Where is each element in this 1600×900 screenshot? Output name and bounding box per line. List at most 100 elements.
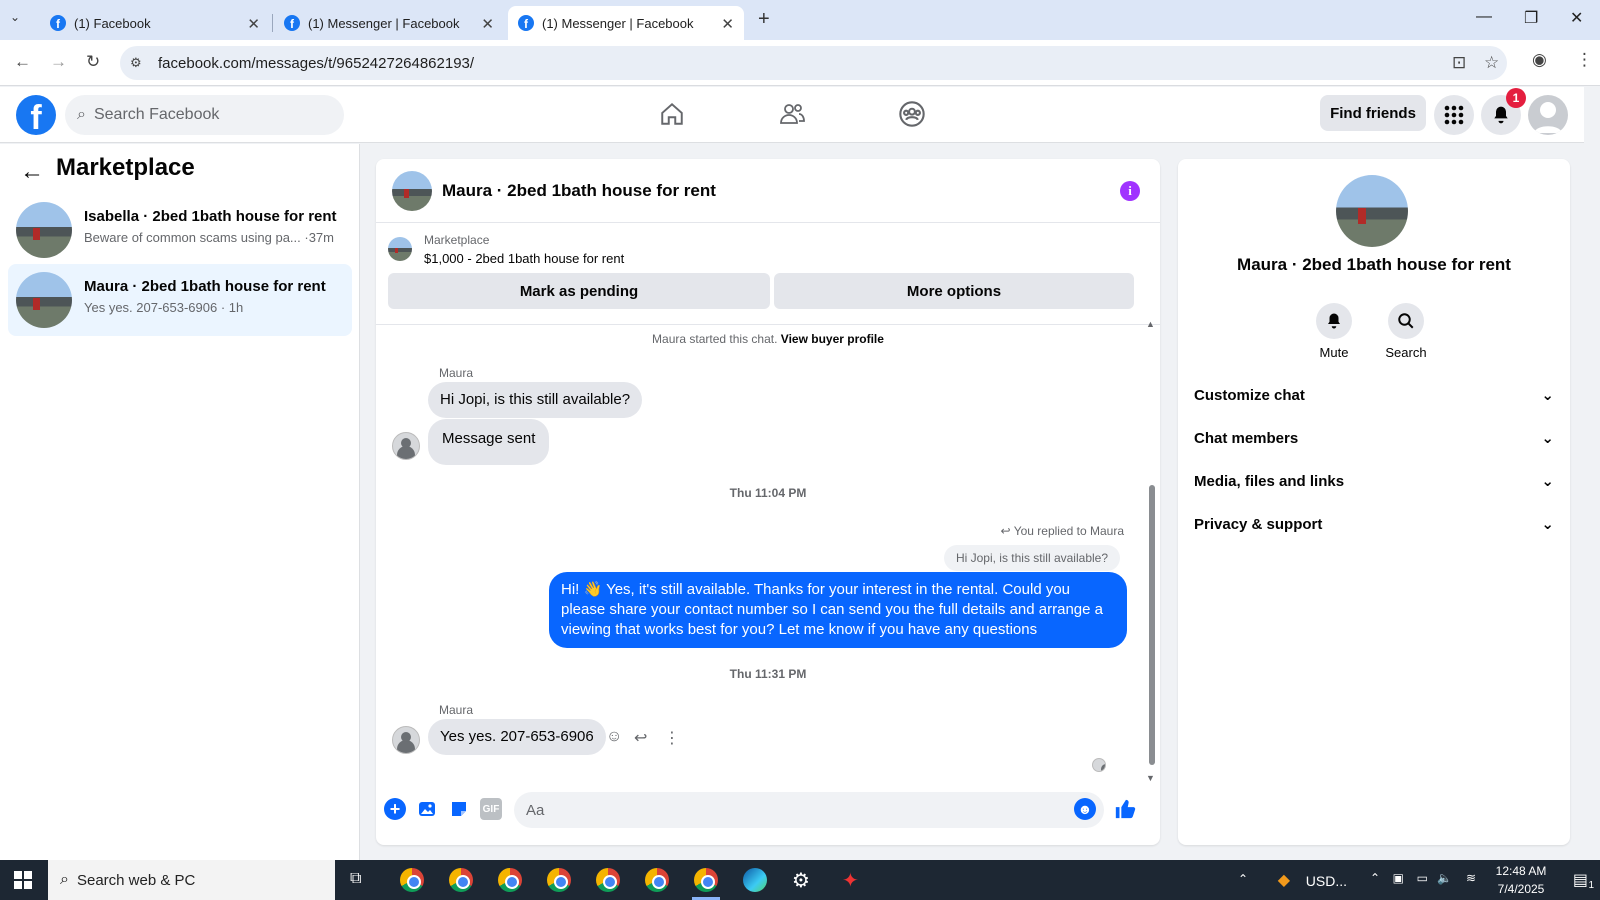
scroll-up-icon[interactable]: ▲ <box>1146 319 1155 329</box>
close-window-icon[interactable]: ✕ <box>1570 8 1583 28</box>
privacy-support-row[interactable]: Privacy & support ⌄ <box>1190 502 1554 546</box>
app-icon[interactable]: ✦ <box>842 868 859 893</box>
message-input[interactable] <box>514 792 1104 828</box>
tab-messenger-active[interactable]: f (1) Messenger | Facebook ✕ <box>508 6 744 40</box>
restore-icon[interactable]: ❐ <box>1524 8 1538 28</box>
task-view-icon[interactable]: ⧉ <box>350 870 361 888</box>
mute-button[interactable]: Mute <box>1304 303 1364 360</box>
message-bubble-incoming[interactable]: Yes yes. 207-653-6906 <box>428 719 606 755</box>
reload-icon[interactable]: ↻ <box>86 52 100 72</box>
close-tab-icon[interactable]: ✕ <box>481 15 494 33</box>
chat-members-row[interactable]: Chat members ⌄ <box>1190 416 1554 460</box>
message-bubble-incoming[interactable]: Hi Jopi, is this still available? <box>428 382 643 418</box>
gif-icon[interactable]: GIF <box>480 798 502 820</box>
tab-title: (1) Facebook <box>74 15 151 31</box>
taskbar-search[interactable]: ⌕ Search web & PC <box>48 860 335 900</box>
chat-title[interactable]: Maura · 2bed 1bath house for rent <box>442 181 716 201</box>
listing-thumbnail[interactable] <box>388 237 412 261</box>
close-tab-icon[interactable]: ✕ <box>247 15 260 33</box>
groups-nav-icon[interactable] <box>892 97 932 131</box>
browser-menu-icon[interactable]: ⋮ <box>1576 50 1593 70</box>
wifi-icon[interactable]: ≋ <box>1466 871 1476 885</box>
bookmark-star-icon[interactable]: ☆ <box>1484 53 1499 73</box>
profile-icon[interactable]: ◉ <box>1532 50 1547 70</box>
scroll-down-icon[interactable]: ▼ <box>1146 773 1155 783</box>
chrome-icon[interactable] <box>400 868 424 892</box>
view-buyer-profile-link[interactable]: View buyer profile <box>781 332 884 346</box>
reply-icon[interactable]: ↩ <box>634 728 647 748</box>
sender-avatar[interactable] <box>392 726 420 754</box>
facebook-search[interactable]: ⌕ <box>65 95 344 135</box>
conversation-item-isabella[interactable]: Isabella · 2bed 1bath house for rent Bew… <box>8 194 352 266</box>
chrome-icon[interactable] <box>547 868 571 892</box>
info-icon[interactable]: i <box>1120 181 1140 201</box>
mark-as-pending-button[interactable]: Mark as pending <box>388 273 770 309</box>
more-actions-icon[interactable]: ⋮ <box>664 728 680 748</box>
action-center-count: 1 <box>1588 880 1594 891</box>
currency-icon[interactable]: ◆ <box>1278 870 1290 890</box>
chrome-icon[interactable] <box>449 868 473 892</box>
search-in-chat-button[interactable]: Search <box>1376 303 1436 360</box>
tray-chevron-icon[interactable]: ⌃ <box>1370 871 1380 885</box>
install-app-icon[interactable]: ⊡ <box>1452 53 1466 73</box>
message-thread[interactable]: Maura started this chat. View buyer prof… <box>376 326 1160 786</box>
action-center-icon[interactable]: ▤ <box>1573 870 1588 890</box>
minimize-icon[interactable]: — <box>1476 8 1492 26</box>
media-files-links-row[interactable]: Media, files and links ⌄ <box>1190 459 1554 503</box>
thread-scrollbar[interactable] <box>1149 485 1155 765</box>
clock-date[interactable]: 7/4/2025 <box>1486 882 1556 896</box>
page-scrollbar[interactable] <box>1584 87 1600 860</box>
show-hidden-icons[interactable]: ⌃ <box>1238 872 1248 886</box>
tab-facebook[interactable]: f (1) Facebook ✕ <box>40 6 270 40</box>
quoted-message[interactable]: Hi Jopi, is this still available? <box>943 545 1120 571</box>
chrome-icon[interactable] <box>596 868 620 892</box>
sender-name: Maura <box>439 366 474 380</box>
thumbs-up-icon[interactable] <box>1114 798 1136 820</box>
friends-nav-icon[interactable] <box>772 97 812 131</box>
add-more-icon[interactable]: + <box>384 798 406 820</box>
customize-chat-row[interactable]: Customize chat ⌄ <box>1190 373 1554 417</box>
close-tab-icon[interactable]: ✕ <box>721 15 734 33</box>
clock-time[interactable]: 12:48 AM <box>1486 864 1556 878</box>
address-bar[interactable]: ⚙ facebook.com/messages/t/96524272648621… <box>120 46 1507 80</box>
volume-icon[interactable]: 🔈 <box>1437 871 1452 885</box>
tab-title: (1) Messenger | Facebook <box>308 15 460 31</box>
currency-ticker[interactable]: USD... <box>1306 873 1347 889</box>
message-bubble-outgoing[interactable]: Hi! 👋 Yes, it's still available. Thanks … <box>549 572 1127 648</box>
chrome-icon-active[interactable] <box>694 868 718 892</box>
emoji-icon[interactable]: ☻ <box>1074 798 1096 820</box>
listing-price-title[interactable]: $1,000 - 2bed 1bath house for rent <box>424 251 624 266</box>
react-emoji-icon[interactable]: ☺ <box>606 728 622 746</box>
message-bubble-incoming[interactable]: Message sent <box>428 419 550 465</box>
battery-icon[interactable]: ▭ <box>1417 871 1428 885</box>
new-tab-icon[interactable]: + <box>758 8 770 31</box>
sender-avatar[interactable] <box>392 432 420 460</box>
url-text[interactable]: facebook.com/messages/t/9652427264862193… <box>158 55 474 72</box>
more-options-button[interactable]: More options <box>774 273 1134 309</box>
facebook-favicon-icon: f <box>50 15 66 31</box>
windows-start-icon[interactable] <box>14 871 32 889</box>
menu-grid-icon[interactable] <box>1434 95 1474 135</box>
facebook-logo-icon[interactable]: f <box>16 95 56 135</box>
settings-gear-icon[interactable]: ⚙ <box>792 868 810 893</box>
listing-photo[interactable] <box>1336 175 1408 247</box>
chrome-icon[interactable] <box>645 868 669 892</box>
sticker-icon[interactable] <box>448 798 470 820</box>
attach-photo-icon[interactable] <box>416 798 438 820</box>
back-icon[interactable]: ← <box>14 52 31 72</box>
search-input[interactable] <box>93 106 314 124</box>
account-avatar[interactable] <box>1528 95 1568 135</box>
edge-icon[interactable] <box>743 868 767 892</box>
tab-messenger-1[interactable]: f (1) Messenger | Facebook ✕ <box>274 6 504 40</box>
chat-pane: Maura · 2bed 1bath house for rent i Mark… <box>376 159 1160 845</box>
conversation-item-maura[interactable]: Maura · 2bed 1bath house for rent Yes ye… <box>8 264 352 336</box>
forward-icon[interactable]: → <box>50 52 67 72</box>
meet-icon[interactable]: ▣ <box>1393 871 1404 885</box>
back-arrow-icon[interactable]: ← <box>20 158 44 186</box>
site-info-icon[interactable]: ⚙ <box>130 55 142 71</box>
home-nav-icon[interactable] <box>652 97 692 131</box>
tab-search-chevron-icon[interactable]: ⌄ <box>10 10 20 24</box>
chrome-icon[interactable] <box>498 868 522 892</box>
find-friends-button[interactable]: Find friends <box>1320 95 1426 131</box>
chat-avatar[interactable] <box>392 171 432 211</box>
